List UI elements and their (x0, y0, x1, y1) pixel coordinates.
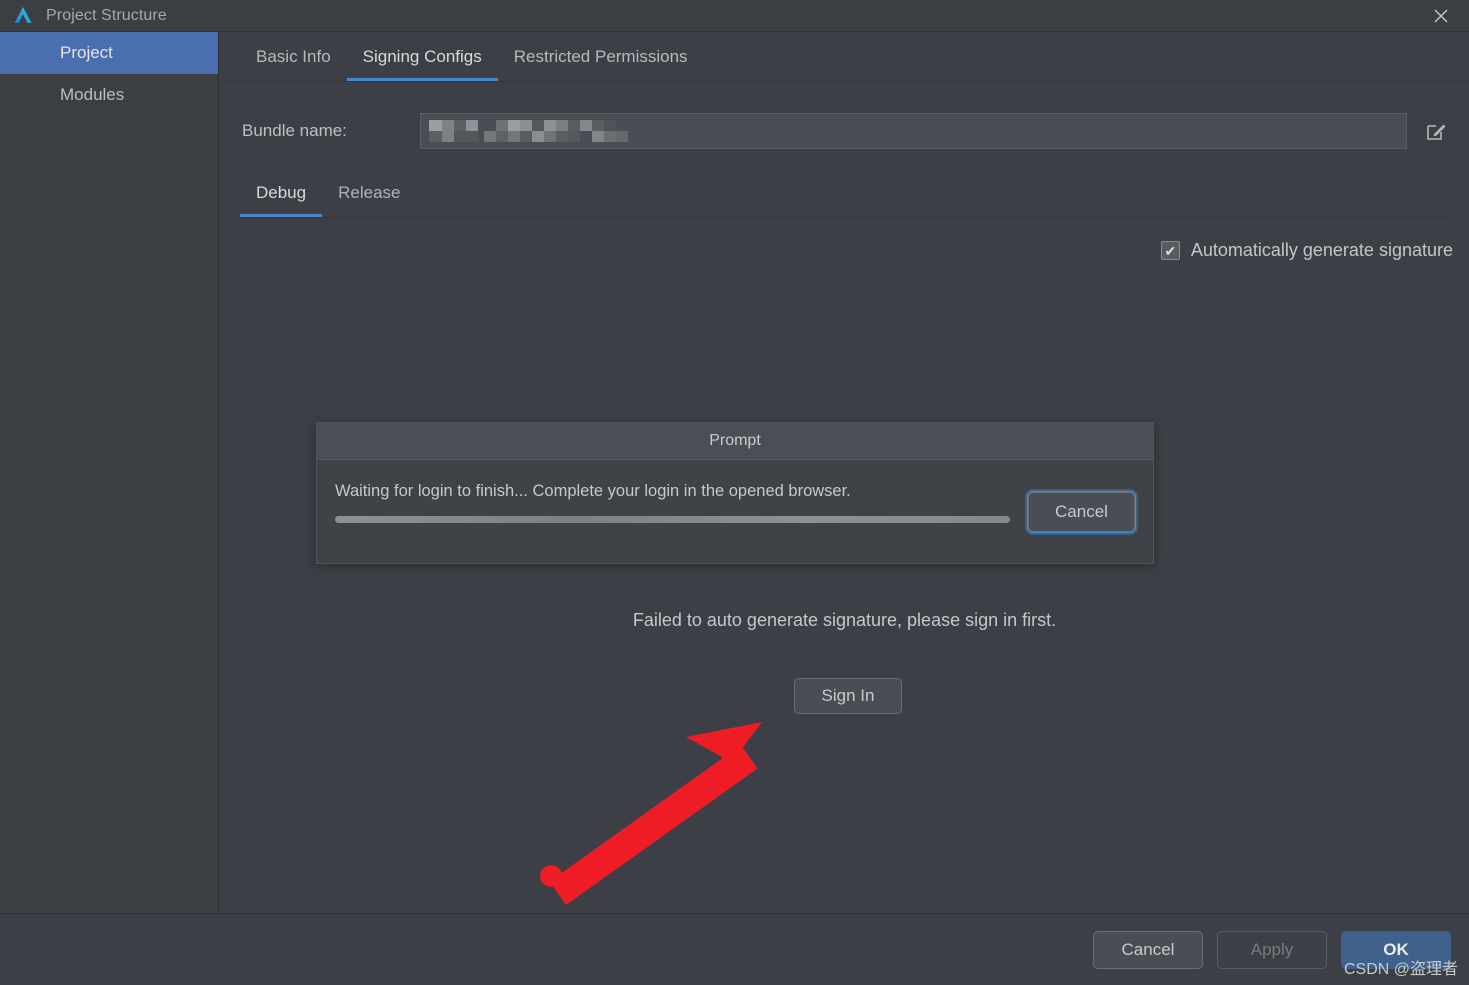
sidebar-item-label: Modules (60, 85, 125, 104)
prompt-dialog: Prompt Waiting for login to finish... Co… (316, 422, 1154, 564)
prompt-dialog-body: Waiting for login to finish... Complete … (317, 460, 1153, 564)
signature-failure-message: Failed to auto generate signature, pleas… (632, 610, 1057, 630)
tabstrip: Basic Info Signing Configs Restricted Pe… (220, 32, 1469, 82)
button-label: Sign In (821, 686, 875, 705)
checkmark-icon: ✔ (1164, 242, 1177, 259)
prompt-dialog-content: Waiting for login to finish... Complete … (335, 482, 1028, 564)
tab-basic-info[interactable]: Basic Info (240, 32, 347, 81)
sign-in-button[interactable]: Sign In (794, 678, 902, 714)
main-panel: Basic Info Signing Configs Restricted Pe… (220, 32, 1469, 912)
login-progress-bar (335, 516, 1010, 523)
subtab-label: Release (338, 182, 401, 202)
bundle-name-input[interactable] (420, 113, 1407, 149)
deveco-logo-icon (12, 5, 34, 27)
window-title: Project Structure (46, 6, 167, 24)
redacted-mosaic-icon (429, 120, 628, 142)
project-structure-window: Project Structure Project Modules Basic … (0, 0, 1469, 985)
button-label: Cancel (1055, 502, 1108, 521)
prompt-cancel-button[interactable]: Cancel (1025, 489, 1138, 535)
dialog-footer: Cancel Apply OK (0, 913, 1469, 985)
tab-label: Restricted Permissions (513, 46, 688, 66)
cancel-button[interactable]: Cancel (1093, 930, 1203, 969)
sidebar: Project Modules (0, 32, 219, 912)
subtab-label: Debug (256, 182, 307, 202)
bundle-name-label: Bundle name: (242, 121, 347, 140)
auto-generate-label: Automatically generate signature (1190, 240, 1453, 260)
prompt-dialog-title: Prompt (317, 423, 1153, 460)
bundle-name-row: Bundle name: (220, 112, 1469, 150)
close-icon[interactable] (1413, 0, 1469, 32)
sidebar-item-label: Project (60, 43, 113, 62)
sidebar-item-project[interactable]: Project (0, 32, 218, 74)
auto-generate-checkbox[interactable]: ✔ (1160, 241, 1180, 260)
csdn-watermark: CSDN @盗理者 (1344, 961, 1459, 978)
subtab-release[interactable]: Release (322, 168, 416, 217)
window-titlebar: Project Structure (0, 0, 1469, 32)
tab-label: Basic Info (256, 46, 331, 66)
edit-pencil-icon[interactable] (1417, 112, 1455, 150)
tab-restricted-permissions[interactable]: Restricted Permissions (498, 32, 704, 81)
tab-signing-configs[interactable]: Signing Configs (346, 32, 498, 81)
build-variant-tabs: Debug Release (220, 168, 1469, 218)
subtab-debug[interactable]: Debug (240, 168, 323, 217)
auto-generate-signature-row[interactable]: ✔ Automatically generate signature (220, 240, 1469, 261)
sidebar-item-modules[interactable]: Modules (0, 74, 218, 116)
prompt-message: Waiting for login to finish... Complete … (335, 482, 851, 500)
button-label: Apply (1250, 939, 1294, 959)
apply-button: Apply (1217, 930, 1327, 969)
tab-label: Signing Configs (362, 46, 482, 66)
button-label: Cancel (1121, 939, 1175, 959)
